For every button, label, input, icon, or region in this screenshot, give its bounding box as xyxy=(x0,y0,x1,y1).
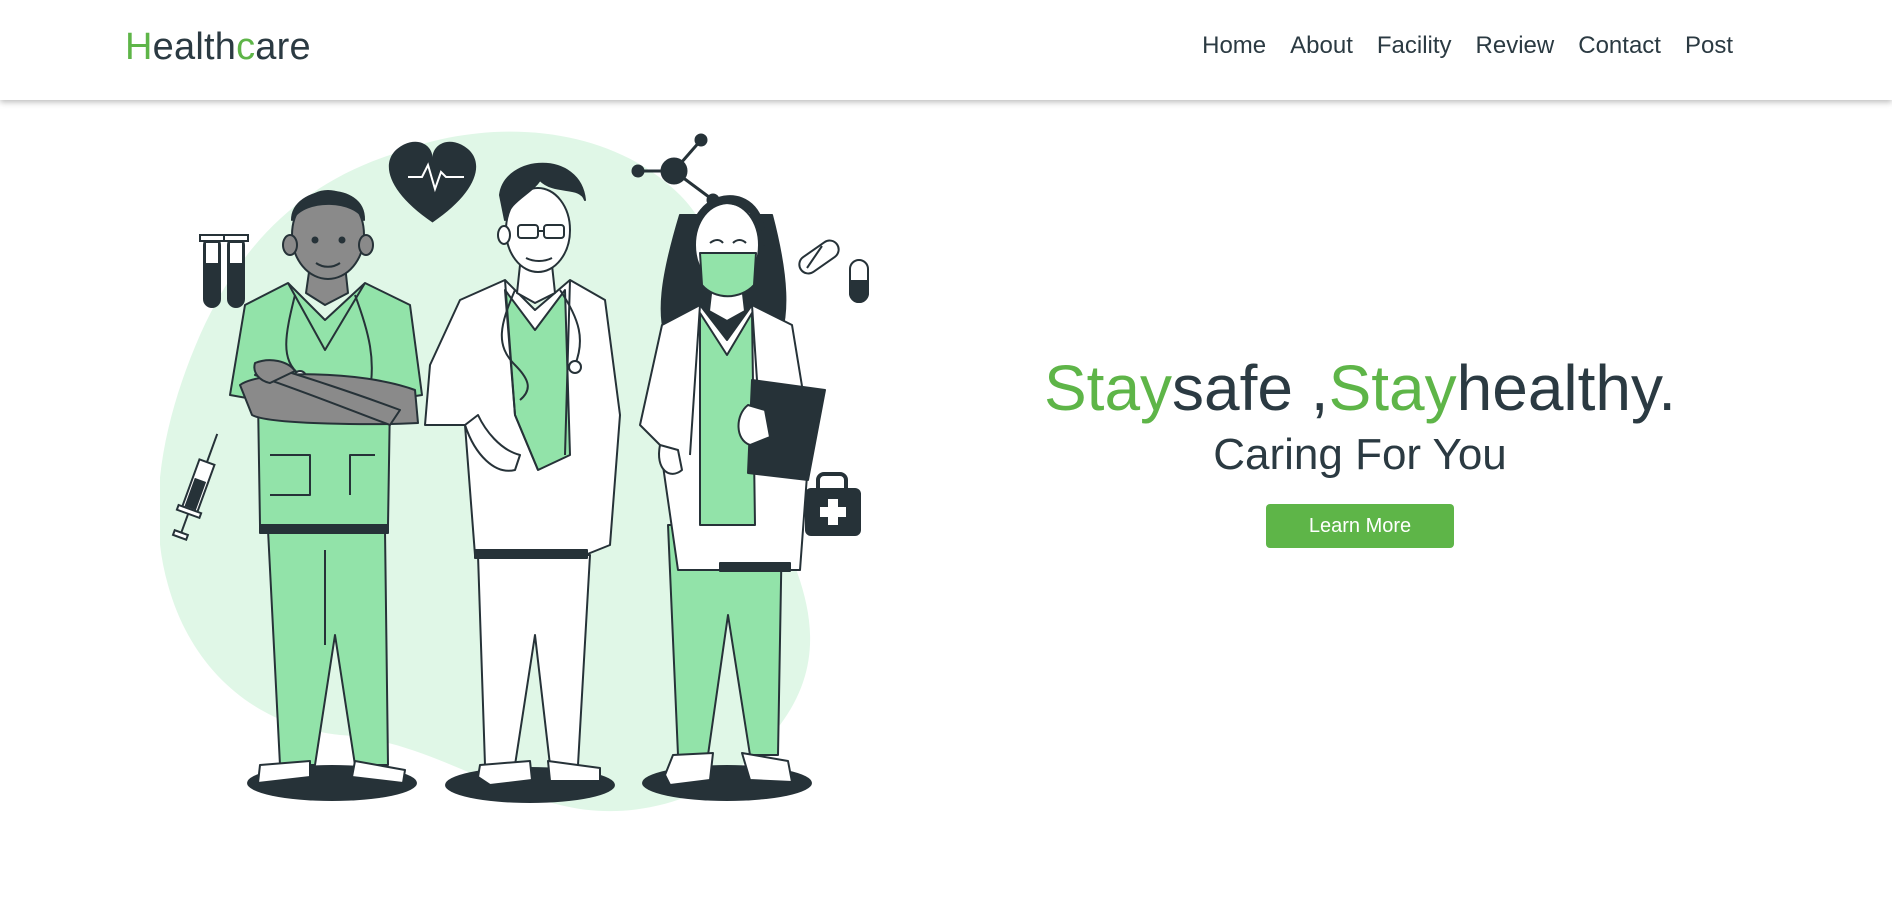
hero-text: Staysafe ,Stayhealthy. Caring For You Le… xyxy=(1000,350,1720,548)
nav-link-post[interactable]: Post xyxy=(1673,30,1745,62)
hero-subheadline: Caring For You xyxy=(1213,430,1507,479)
brand-logo-mid-letter: c xyxy=(236,26,256,68)
learn-more-button[interactable]: Learn More xyxy=(1266,504,1454,548)
pill-icon xyxy=(798,239,869,303)
nav-link-facility[interactable]: Facility xyxy=(1365,30,1464,62)
headline-safe: safe , xyxy=(1172,352,1329,424)
brand-logo[interactable]: Healthcare xyxy=(125,25,311,69)
headline-healthy: healthy. xyxy=(1456,352,1677,424)
nav-link-home[interactable]: Home xyxy=(1190,30,1278,62)
headline-stay-2: Stay xyxy=(1328,352,1457,424)
first-aid-kit-icon xyxy=(805,472,861,536)
page: Healthcare Home About Facility Review Co… xyxy=(0,0,1892,903)
nav-link-about[interactable]: About xyxy=(1278,30,1365,62)
site-header: Healthcare Home About Facility Review Co… xyxy=(0,0,1892,100)
hero-headline: Staysafe ,Stayhealthy. xyxy=(1000,350,1720,426)
doctors-illustration xyxy=(160,131,869,811)
brand-logo-initial: H xyxy=(125,26,153,68)
main-nav: Home About Facility Review Contact Post xyxy=(1190,30,1745,62)
brand-logo-part-a: ealth xyxy=(152,26,237,68)
headline-stay-1: Stay xyxy=(1043,352,1173,424)
brand-logo-part-b: are xyxy=(255,26,311,68)
nav-link-contact[interactable]: Contact xyxy=(1566,30,1673,62)
nav-link-review[interactable]: Review xyxy=(1464,30,1567,62)
